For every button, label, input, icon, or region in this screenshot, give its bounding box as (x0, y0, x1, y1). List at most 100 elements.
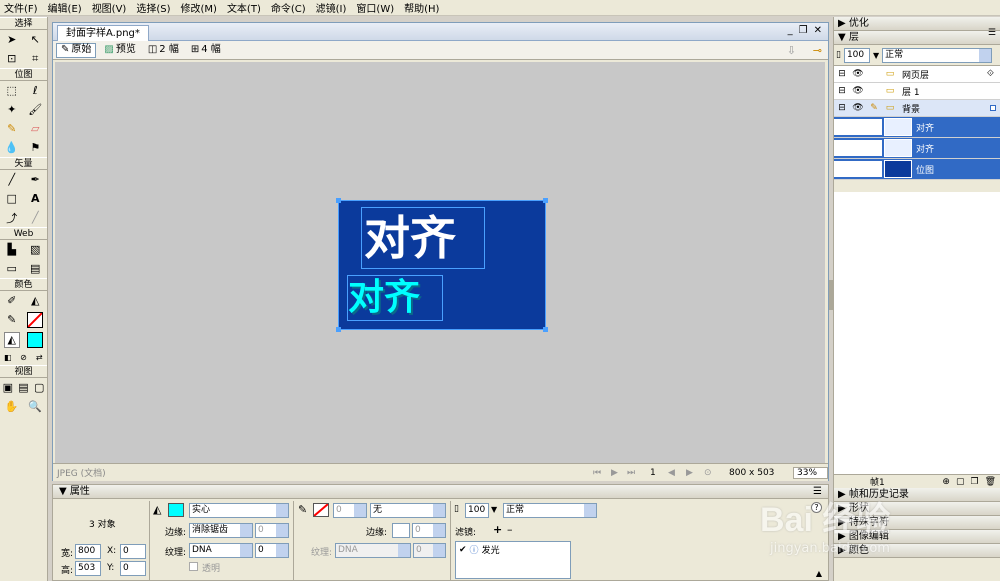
export-icon[interactable]: ⇩ (787, 44, 796, 57)
rubber-stamp-icon[interactable]: ⚑ (27, 140, 43, 156)
stroke-color-swatch[interactable] (313, 503, 329, 517)
duplicate-icon[interactable]: ❐ (970, 477, 978, 487)
menu-filters[interactable]: 滤镜(I) (316, 0, 347, 15)
restore-icon[interactable]: ❐ (799, 25, 808, 36)
new-bitmap-icon[interactable]: ▢ (956, 477, 965, 487)
height-input[interactable]: 503 (75, 561, 101, 576)
fill-type-select[interactable]: 实心 (189, 503, 289, 518)
subselect-tool-icon[interactable]: ↖ (27, 32, 43, 48)
view-4up-button[interactable]: ⊞ 4 幅 (187, 43, 225, 58)
expand-icon[interactable]: ⊟ (834, 66, 850, 82)
brush-tool-icon[interactable]: 🖌 (27, 102, 43, 118)
delete-layer-icon[interactable]: 🗑 (985, 477, 996, 487)
canvas-text-small[interactable]: 对齐 (347, 275, 443, 321)
scale-tool-icon[interactable]: ⊡ (4, 51, 20, 67)
freeform-tool-icon[interactable]: ⤴ (4, 210, 20, 226)
blur-tool-icon[interactable]: 💧 (4, 140, 20, 156)
hide-slices-icon[interactable]: ▭ (4, 261, 20, 277)
menu-commands[interactable]: 命令(C) (271, 0, 306, 15)
help-icon[interactable]: ? (811, 502, 822, 513)
lock-icon[interactable] (866, 66, 882, 82)
blend-mode-select[interactable]: 正常 (503, 503, 597, 518)
eye-icon[interactable]: 👁 (850, 100, 866, 116)
object-row-text-1[interactable]: 👁 对齐 (834, 117, 1000, 138)
layer-row-web[interactable]: ⊟ 👁 ▭ 网页层 ⟐ (834, 66, 1000, 83)
paint-bucket-icon[interactable]: ◭ (27, 293, 43, 309)
crop-tool-icon[interactable]: ⌗ (27, 51, 43, 67)
y-input[interactable]: 0 (120, 561, 146, 576)
colors-panel-header[interactable]: ▶ 颜色 (834, 544, 1000, 558)
handle-tr[interactable] (543, 198, 548, 203)
lock-icon[interactable] (866, 83, 882, 99)
hand-tool-icon[interactable]: ✋ (4, 399, 20, 415)
close-icon[interactable]: ✕ (814, 25, 822, 36)
edge-select[interactable]: 消除锯齿 (189, 523, 253, 538)
pencil-tool-icon[interactable]: ✎ (4, 121, 20, 137)
info-icon[interactable]: ⓘ (470, 543, 479, 556)
shapes-panel-header[interactable]: ▶ 形状 (834, 502, 1000, 516)
add-filter-icon[interactable]: + (493, 523, 502, 536)
handle-tl[interactable] (336, 198, 341, 203)
page-preview-icon[interactable]: ⊸ (813, 44, 822, 57)
opacity-dropdown-icon[interactable]: ▼ (491, 505, 497, 514)
menu-window[interactable]: 窗口(W) (356, 0, 394, 15)
text-tool-icon[interactable]: A (27, 191, 43, 207)
pen-tool-icon[interactable]: ✒ (27, 172, 43, 188)
marquee-tool-icon[interactable]: ⬚ (4, 83, 20, 99)
layer-row-1[interactable]: ⊟ 👁 ▭ 层 1 (834, 83, 1000, 100)
zoom-level[interactable]: 33% (793, 466, 829, 479)
pointer-tool-icon[interactable]: ➤ (4, 32, 20, 48)
no-color-icon[interactable]: ⊘ (16, 350, 32, 366)
loop-icon[interactable]: ⊙ (704, 468, 712, 478)
layer-blend-select[interactable]: 正常 (882, 47, 993, 63)
eye-icon[interactable]: 👁 (850, 83, 866, 99)
lasso-tool-icon[interactable]: ℓ (27, 83, 43, 99)
new-layer-icon[interactable]: ⊕ (942, 477, 950, 487)
texture-select[interactable]: DNA (189, 543, 253, 558)
prev-frame-icon[interactable]: ◀ (668, 468, 675, 478)
opacity-input[interactable]: 100 (465, 503, 489, 518)
default-colors-icon[interactable]: ◧ (0, 350, 16, 366)
magic-wand-icon[interactable]: ✦ (4, 102, 20, 118)
minimize-icon[interactable]: _ (788, 25, 793, 36)
chars-panel-header[interactable]: ▶ 特殊字符 (834, 516, 1000, 530)
handle-br[interactable] (543, 327, 548, 332)
hotspot-tool-icon[interactable]: ▙ (4, 242, 20, 258)
first-frame-icon[interactable]: ⏮ (593, 468, 601, 478)
view-2up-button[interactable]: ◫ 2 幅 (144, 43, 183, 58)
canvas-text-large[interactable]: 对齐 (361, 207, 485, 269)
history-panel-header[interactable]: ▶ 帧和历史记录 (834, 488, 1000, 502)
menu-view[interactable]: 视图(V) (92, 0, 127, 15)
menu-help[interactable]: 帮助(H) (404, 0, 439, 15)
expand-icon[interactable]: ⊟ (834, 100, 850, 116)
x-input[interactable]: 0 (120, 544, 146, 559)
menu-modify[interactable]: 修改(M) (181, 0, 217, 15)
full-screen-menu-icon[interactable]: ▤ (16, 380, 32, 396)
slice-tool-icon[interactable]: ▧ (27, 242, 43, 258)
properties-menu-icon[interactable]: ☰ (813, 485, 822, 498)
zoom-tool-icon[interactable]: 🔍 (27, 399, 43, 415)
fill-color-swatch[interactable] (27, 331, 44, 348)
layer-opacity-input[interactable]: 100 (843, 47, 870, 63)
eye-icon[interactable]: 👁 (850, 119, 866, 135)
eraser-tool-icon[interactable]: ▱ (27, 121, 43, 137)
texture-amount-select[interactable]: 0 (255, 543, 289, 558)
line-tool-icon[interactable]: ╱ (4, 172, 20, 188)
swap-colors-icon[interactable]: ⇄ (31, 350, 47, 366)
transparent-checkbox[interactable] (189, 562, 198, 571)
layers-panel-header[interactable]: ▼ 层 (834, 31, 1000, 45)
fill-color-swatch[interactable] (168, 503, 184, 517)
stroke-type-select[interactable]: 无 (370, 503, 446, 518)
eye-icon[interactable]: 👁 (850, 66, 866, 82)
play-icon[interactable]: ▶ (611, 468, 618, 478)
view-original-button[interactable]: ✎ 原始 (56, 42, 97, 58)
opacity-dropdown-icon[interactable]: ▼ (873, 51, 879, 60)
optimize-panel-header[interactable]: ▶ 优化 (834, 17, 1000, 31)
properties-header[interactable]: ▼ 属性 ☰ (53, 485, 828, 499)
eye-icon[interactable]: 👁 (850, 140, 866, 156)
standard-screen-icon[interactable]: ▣ (0, 380, 16, 396)
document-tab[interactable]: 封面字样A.png* (57, 25, 149, 41)
next-frame-icon[interactable]: ▶ (686, 468, 693, 478)
canvas-area[interactable]: 对齐 对齐 (55, 62, 825, 463)
checkmark-icon[interactable]: ✔ (459, 545, 467, 555)
